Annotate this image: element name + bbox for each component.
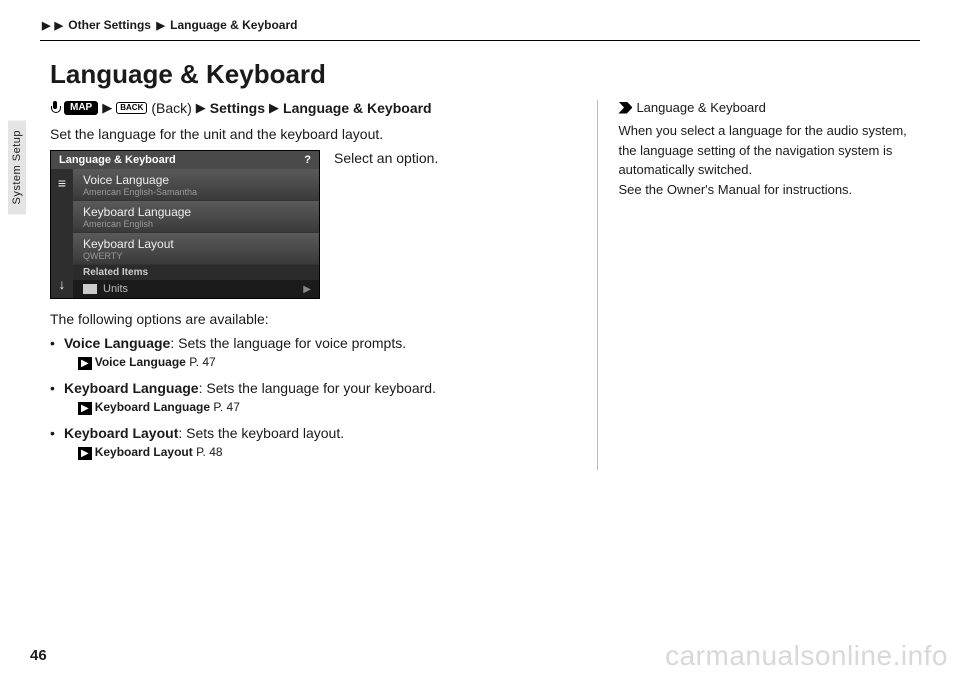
preview-item-label: Keyboard Language — [83, 205, 309, 219]
preview-item-label: Keyboard Layout — [83, 237, 309, 251]
options-list: Voice Language: Sets the language for vo… — [50, 335, 557, 460]
cross-ref: ▶Voice Language P. 47 — [64, 355, 557, 370]
option-label: Keyboard Language — [64, 380, 199, 396]
ref-page: P. 48 — [196, 445, 222, 459]
back-text: (Back) — [151, 100, 191, 116]
options-lead: The following options are available: — [50, 311, 557, 327]
watermark: carmanualsonline.info — [665, 640, 948, 672]
cross-ref: ▶Keyboard Layout P. 48 — [64, 445, 557, 460]
option-label: Keyboard Layout — [64, 425, 178, 441]
preview-related: Related Items — [73, 265, 319, 280]
nav-path: MAP ▶ BACK (Back) ▶ Settings ▶ Language … — [50, 100, 557, 116]
preview-item: Keyboard Layout QWERTY — [73, 233, 319, 265]
play-icon: ▶ — [303, 284, 311, 295]
option-label: Voice Language — [64, 335, 170, 351]
menu-icon: ≡ — [58, 175, 66, 191]
arrow-icon: ▶ — [269, 100, 279, 116]
back-button-chip: BACK — [116, 102, 147, 114]
arrow-icon: ▶ — [54, 20, 62, 32]
ref-page: P. 47 — [213, 400, 239, 414]
ref-icon: ▶ — [78, 402, 92, 415]
mic-icon — [50, 101, 60, 115]
map-button-chip: MAP — [64, 101, 98, 115]
preview-footer: Units ▶ — [73, 280, 319, 298]
preview-item: Keyboard Language American English — [73, 201, 319, 233]
note-paragraph: See the Owner's Manual for instructions. — [618, 180, 920, 200]
section-tab: System Setup — [8, 120, 26, 214]
preview-item-label: Voice Language — [83, 173, 309, 187]
instruction-text: Select an option. — [334, 150, 438, 166]
preview-item-sub: American English-Samantha — [83, 187, 309, 197]
ref-label: Keyboard Layout — [95, 445, 193, 459]
nav-final: Language & Keyboard — [283, 100, 432, 116]
preview-item-sub: American English — [83, 219, 309, 229]
arrow-icon: ▶ — [196, 100, 206, 116]
nav-settings: Settings — [210, 100, 265, 116]
help-icon: ? — [304, 154, 311, 166]
note-icon — [618, 102, 632, 114]
arrow-icon: ▶ — [102, 100, 112, 116]
ref-label: Voice Language — [95, 355, 186, 369]
note-heading: Language & Keyboard — [618, 100, 920, 115]
main-column: MAP ▶ BACK (Back) ▶ Settings ▶ Language … — [50, 100, 557, 470]
ref-icon: ▶ — [78, 447, 92, 460]
preview-footer-label: Units — [103, 283, 128, 295]
option-item: Keyboard Language: Sets the language for… — [50, 380, 557, 415]
ref-page: P. 47 — [189, 355, 215, 369]
down-arrow-icon: ↓ — [59, 276, 66, 292]
ref-icon: ▶ — [78, 357, 92, 370]
preview-item-sub: QWERTY — [83, 251, 309, 261]
note-paragraph: When you select a language for the audio… — [618, 121, 920, 180]
ref-label: Keyboard Language — [95, 400, 210, 414]
cross-ref: ▶Keyboard Language P. 47 — [64, 400, 557, 415]
note-body: When you select a language for the audio… — [618, 121, 920, 199]
lead-text: Set the language for the unit and the ke… — [50, 126, 557, 142]
screen-preview: Language & Keyboard ? ≡ ↓ Voice Language… — [50, 150, 320, 299]
option-item: Voice Language: Sets the language for vo… — [50, 335, 557, 370]
note-column: Language & Keyboard When you select a la… — [597, 100, 920, 470]
breadcrumb: ▶ ▶ Other Settings ▶ Language & Keyboard — [40, 18, 920, 41]
option-desc: : Sets the keyboard layout. — [178, 425, 344, 441]
arrow-icon: ▶ — [156, 20, 164, 32]
page-title: Language & Keyboard — [50, 59, 920, 90]
ruler-icon — [83, 284, 97, 294]
breadcrumb-level2: Language & Keyboard — [170, 18, 297, 32]
note-title: Language & Keyboard — [636, 100, 765, 115]
page-number: 46 — [30, 647, 47, 664]
preview-item: Voice Language American English-Samantha — [73, 169, 319, 201]
option-item: Keyboard Layout: Sets the keyboard layou… — [50, 425, 557, 460]
breadcrumb-level1: Other Settings — [68, 18, 151, 32]
preview-title: Language & Keyboard — [59, 154, 176, 166]
option-desc: : Sets the language for your keyboard. — [199, 380, 436, 396]
option-desc: : Sets the language for voice prompts. — [170, 335, 406, 351]
arrow-icon: ▶ — [42, 20, 50, 32]
